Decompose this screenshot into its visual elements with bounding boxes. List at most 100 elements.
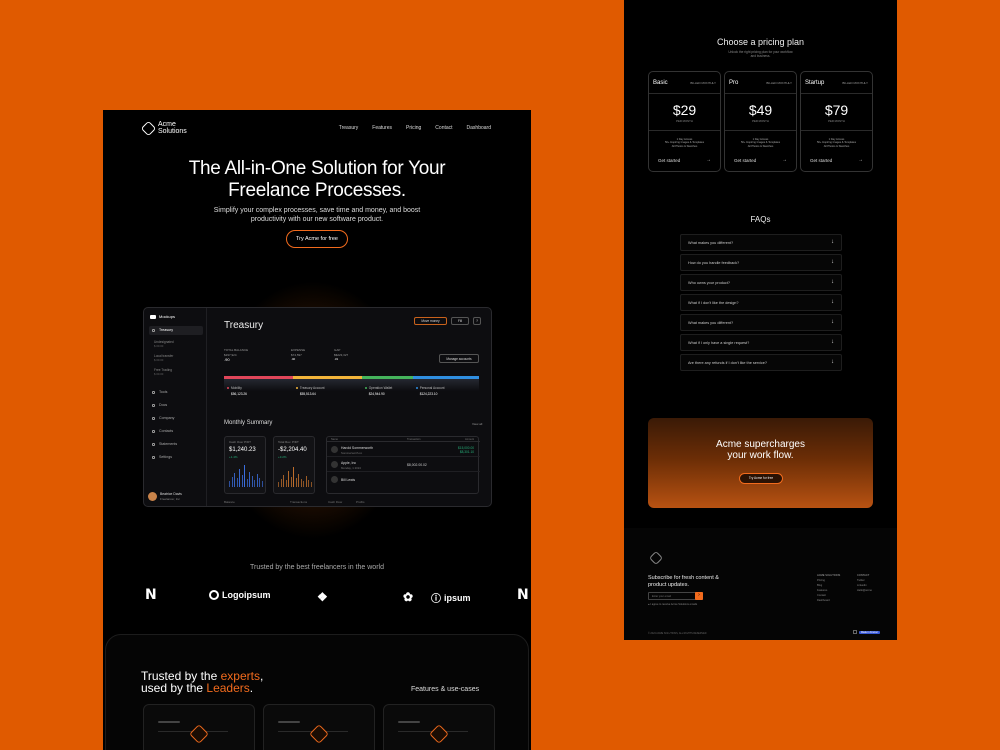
mini-bar <box>283 475 285 487</box>
mini-bar <box>241 475 243 487</box>
sidebar-account-local-transfer[interactable]: Local transfer $ 00.00 <box>154 354 202 362</box>
arrow-right-icon[interactable]: → <box>706 157 711 163</box>
table-row[interactable]: Bill Lewis <box>327 473 480 487</box>
contacts-icon <box>152 430 155 433</box>
faq-item[interactable]: What if I only have a single request? ↓ <box>680 334 842 351</box>
footer-link[interactable]: Dashboard <box>817 599 830 602</box>
sidebar-item-settings[interactable]: Settings <box>149 453 203 462</box>
table-row[interactable]: Harold Sommerworth Sommerworth.co $15,00… <box>327 443 480 457</box>
try-free-button[interactable]: Try Acme for free <box>286 230 348 248</box>
feature-card[interactable] <box>383 704 495 750</box>
framer-badge[interactable]: Made in Framer <box>853 630 880 634</box>
logo-text-line2: Solutions <box>158 128 187 135</box>
stat-gap: GAP $$223,327.31 <box>334 348 349 361</box>
mini-bar <box>293 467 295 487</box>
faq-item[interactable]: Are there any refunds if I don't like th… <box>680 354 842 371</box>
nav-link-dashboard[interactable]: Dashboard <box>467 125 491 131</box>
footer-link[interactable]: Hello@acme <box>857 589 872 592</box>
faq-item[interactable]: Who owns your product? ↓ <box>680 274 842 291</box>
arrow-right-icon[interactable]: → <box>858 157 863 163</box>
faq-item[interactable]: What if I don't like the design? ↓ <box>680 294 842 311</box>
sidebar-item-treasury[interactable]: Treasury <box>149 326 203 335</box>
docs-icon <box>152 404 155 407</box>
sidebar-item-company[interactable]: Company <box>149 414 203 423</box>
sidebar-user[interactable]: Beatrice Davis Freelancer, Inc <box>148 491 204 503</box>
stat-expense: EXPENSE $74,597.40 <box>291 348 306 361</box>
get-started-button[interactable]: Get started <box>810 158 832 163</box>
tools-icon <box>152 391 155 394</box>
sidebar-item-contacts[interactable]: Contacts <box>149 427 203 436</box>
view-all-link[interactable]: View all <box>472 422 482 426</box>
agree-checkbox-label[interactable]: ● I agree to receive Acme Solutions emai… <box>648 603 697 606</box>
plan-card-startup: Startup BILLED MONTHLY $79 PER MONTH 1 D… <box>800 71 873 172</box>
move-money-button[interactable]: Move money <box>414 317 447 325</box>
ipsum-logo: ⓘ ipsum <box>431 590 471 606</box>
logoipsum-logo: Logoipsum <box>209 590 271 600</box>
mini-bar <box>249 472 251 487</box>
nav-link-treasury[interactable]: Treasury <box>339 125 359 131</box>
footer-link[interactable]: Linkedin <box>857 584 867 587</box>
mini-bar <box>298 474 300 487</box>
manage-accounts-button[interactable]: Manage accounts <box>439 354 479 363</box>
contact-avatar-icon <box>331 461 338 468</box>
n-logo-icon: N <box>517 587 529 603</box>
top-nav: Acme Solutions Treasury Features Pricing… <box>103 110 531 146</box>
faq-item[interactable]: How do you handle feedback? ↓ <box>680 254 842 271</box>
allocation-legend-item: Mobility $56,123.26 <box>227 386 247 396</box>
dashboard-brand: Mockups <box>150 314 175 319</box>
footer-link[interactable]: Contact <box>817 594 826 597</box>
nav-link-pricing[interactable]: Pricing <box>406 125 421 131</box>
sidebar-item-docs[interactable]: Docs <box>149 401 203 410</box>
logo[interactable]: Acme Solutions <box>140 120 187 136</box>
sidebar-item-statements[interactable]: Statements <box>149 440 203 449</box>
plan-features: 1 Day Access 50+ Inspiring Images & Temp… <box>816 138 857 148</box>
table-row[interactable]: Apple, Inc Monday, 1 2024 $8,002.00.02 <box>327 458 480 472</box>
allocation-legend-item: Operation Wallet $24,944.90 <box>364 386 392 396</box>
summary-card-cash[interactable]: Cash Over P/DT $1,240.23 +1.4% <box>224 436 266 494</box>
mini-bar <box>288 471 290 487</box>
faq-item[interactable]: What makes you different? ↓ <box>680 314 842 331</box>
mini-bar <box>229 481 231 487</box>
brand-logos: N Logoipsum ❖ ✿ ⓘ ipsum N <box>103 587 531 608</box>
footer-link[interactable]: Pricing <box>817 579 825 582</box>
dashboard-mockup: Mockups Treasury Undesignated $ 00.00 Lo… <box>143 307 492 507</box>
plan-features: 1 Day Access 50+ Inspiring Images & Temp… <box>664 138 705 148</box>
subscribe-heading: Subscribe for fresh content & product up… <box>648 575 719 588</box>
feature-card[interactable] <box>143 704 255 750</box>
sidebar-account-free-trading[interactable]: Free Trading $ 00.00 <box>154 368 202 376</box>
summary-card-revenue[interactable]: Total Rev. P/DT -$2,204.40 +3.2% <box>273 436 315 494</box>
monthly-summary-title: Monthly Summary <box>224 420 273 426</box>
footer-logo-icon <box>648 550 664 566</box>
avatar <box>148 492 157 501</box>
cta-banner-button[interactable]: Try Acme for free <box>739 473 783 484</box>
subscribe-arrow-icon[interactable]: › <box>695 592 703 600</box>
plan-price: $79 <box>824 102 849 118</box>
feature-card[interactable] <box>263 704 375 750</box>
dashboard-title: Treasury <box>224 320 264 331</box>
arrow-down-icon: ↓ <box>831 339 834 345</box>
section-title: Trusted by the experts, used by the Lead… <box>141 669 264 695</box>
mini-bar <box>261 481 263 487</box>
get-started-button[interactable]: Get started <box>658 158 680 163</box>
sidebar-account-undesignated[interactable]: Undesignated $ 00.00 <box>154 340 202 348</box>
nav-link-contact[interactable]: Contact <box>435 125 452 131</box>
ipsum-logo-icon: ⓘ <box>431 594 441 605</box>
mini-bar <box>300 479 302 487</box>
landing-page-left: Acme Solutions Treasury Features Pricing… <box>103 110 531 750</box>
sidebar-item-tools[interactable]: Tools <box>149 388 203 397</box>
mini-bar <box>305 476 307 487</box>
footer-link[interactable]: Features <box>817 589 827 592</box>
fill-button[interactable]: Fill <box>451 317 469 325</box>
help-button[interactable]: ? <box>473 317 481 325</box>
mini-bar <box>290 477 292 487</box>
get-started-button[interactable]: Get started <box>734 158 756 163</box>
footer-link[interactable]: Blog <box>817 584 822 587</box>
faq-item[interactable]: What makes you different? ↓ <box>680 234 842 251</box>
copyright: © 2024 ACME SOLUTIONS, ALL RIGHTS RESERV… <box>648 632 707 635</box>
legend-dot-icon <box>415 387 418 389</box>
arrow-right-icon[interactable]: → <box>782 157 787 163</box>
footer-link[interactable]: Twitter <box>857 579 865 582</box>
stat-total-balance: TOTAL BALANCE $297,924.90 <box>224 348 249 362</box>
arrow-down-icon: ↓ <box>831 239 834 245</box>
nav-link-features[interactable]: Features <box>372 125 392 131</box>
